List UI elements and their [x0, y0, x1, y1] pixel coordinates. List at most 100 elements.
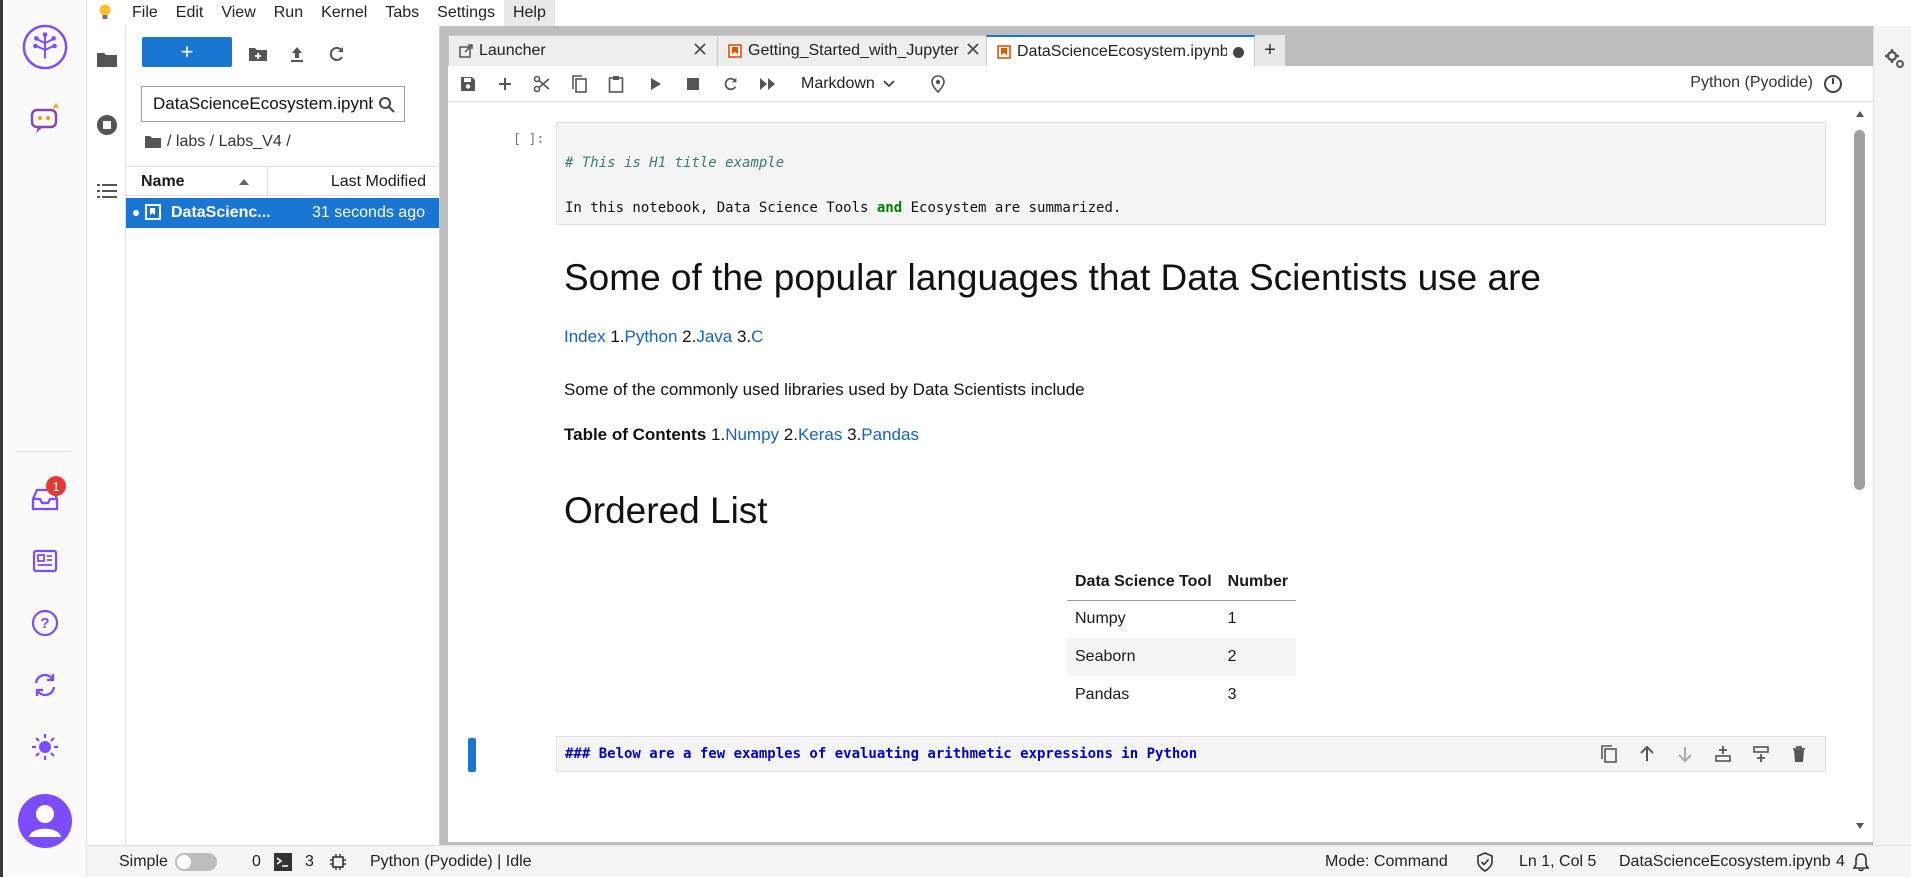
run-icon[interactable] [646, 74, 666, 94]
active-cell-indicator[interactable] [468, 738, 476, 772]
close-icon[interactable] [966, 42, 980, 56]
tab-label: DataScienceEcosystem.ipynb [1017, 42, 1227, 60]
markdown-heading-2: Ordered List [564, 490, 768, 531]
menu-view[interactable]: View [212, 0, 264, 26]
tab-launcher[interactable]: Launcher [448, 35, 718, 66]
kernel-status[interactable]: Python (Pyodide) | Idle [370, 846, 532, 878]
code-comment: # This is H1 title example [565, 155, 785, 171]
kernel-name[interactable]: Python (Pyodide) [1690, 74, 1813, 92]
restart-icon[interactable] [721, 74, 741, 94]
keras-link[interactable]: Keras [798, 425, 842, 444]
refresh-icon[interactable] [323, 40, 351, 68]
menu-run[interactable]: Run [265, 0, 312, 26]
column-name-header[interactable]: Name [141, 173, 185, 191]
code-keyword: and [876, 200, 903, 216]
c-link[interactable]: C [751, 327, 763, 346]
trusted-shield-icon[interactable] [1476, 846, 1494, 878]
unsaved-dot-icon[interactable] [1233, 47, 1244, 58]
notebook-toolbar: Markdown Python (Pyodide) [448, 66, 1873, 102]
table-cell: Pandas [1075, 686, 1130, 703]
scroll-up-icon[interactable] [1855, 110, 1865, 118]
markdown-heading-1: Some of the popular languages that Data … [564, 257, 1541, 298]
menu-file[interactable]: File [123, 0, 167, 26]
insert-cell-icon[interactable] [495, 74, 515, 94]
save-icon[interactable] [458, 74, 478, 94]
active-markdown-cell[interactable]: ### Below are a few examples of evaluati… [556, 736, 1826, 772]
index-link[interactable]: Index [564, 327, 606, 346]
property-inspector-gear-icon[interactable] [1884, 48, 1906, 70]
numpy-link[interactable]: Numpy [725, 425, 779, 444]
cursor-position[interactable]: Ln 1, Col 5 [1519, 846, 1596, 878]
notification-count: 4 [1836, 853, 1845, 870]
user-avatar-icon[interactable] [17, 793, 73, 849]
menu-help[interactable]: Help [503, 0, 555, 26]
duplicate-cell-icon[interactable] [1599, 744, 1619, 764]
table-of-contents-line: Table of Contents 1.Numpy 2.Keras 3.Pand… [564, 425, 919, 445]
lightbulb-icon [87, 0, 123, 26]
copy-icon[interactable] [569, 74, 589, 94]
scroll-thumb[interactable] [1854, 130, 1865, 490]
breadcrumb-path[interactable]: / labs / Labs_V4 / [167, 133, 291, 151]
running-indicator [133, 210, 139, 216]
code-cell[interactable]: # This is H1 title example In this noteb… [556, 122, 1826, 225]
chat-assistant-icon[interactable] [22, 97, 68, 143]
file-row[interactable]: DataScienc... 31 seconds ago [126, 198, 439, 228]
scroll-down-icon[interactable] [1855, 822, 1865, 830]
cell-type-dropdown[interactable]: Markdown [801, 73, 895, 95]
notebook-scrollbar[interactable] [1851, 102, 1867, 842]
new-launcher-button[interactable]: + [142, 37, 232, 67]
table-of-contents-icon[interactable] [94, 178, 120, 204]
insert-above-icon[interactable] [1713, 744, 1733, 764]
tab-label: Getting_Started_with_Jupyter [748, 42, 959, 59]
close-icon[interactable] [693, 42, 707, 56]
jupyterlite-logo-icon[interactable] [22, 24, 68, 70]
notebook-mode[interactable]: Mode: Command [1325, 846, 1448, 878]
status-filename[interactable]: DataScienceEcosystem.ipynb [1619, 846, 1831, 878]
sync-icon[interactable] [22, 662, 68, 708]
tab-datascience-ecosystem[interactable]: DataScienceEcosystem.ipynb [986, 35, 1255, 66]
pandas-link[interactable]: Pandas [861, 425, 919, 444]
simple-mode-toggle[interactable] [175, 846, 217, 878]
plus-icon: + [180, 39, 194, 64]
java-link[interactable]: Java [696, 327, 732, 346]
file-filter-input[interactable]: DataScienceEcosystem.ipynb [141, 86, 405, 122]
running-kernels-icon[interactable] [94, 112, 120, 138]
inbox-icon[interactable]: 1 [22, 476, 68, 522]
paste-icon[interactable] [606, 74, 626, 94]
kernel-chip-icon[interactable] [329, 846, 347, 878]
terminal-icon[interactable] [274, 846, 292, 878]
help-icon[interactable]: ? [22, 600, 68, 646]
new-folder-icon[interactable] [244, 40, 272, 68]
move-up-icon[interactable] [1637, 744, 1657, 764]
sort-ascending-icon [238, 178, 250, 186]
move-down-icon[interactable] [1675, 744, 1695, 764]
notebook-icon [997, 44, 1011, 59]
menu-kernel[interactable]: Kernel [312, 0, 376, 26]
folder-icon[interactable] [94, 46, 120, 72]
fast-forward-icon[interactable] [758, 74, 778, 94]
news-icon[interactable] [22, 538, 68, 584]
column-modified-header[interactable]: Last Modified [331, 173, 426, 191]
activity-divider [16, 451, 71, 452]
python-link[interactable]: Python [625, 327, 678, 346]
tab-getting-started[interactable]: Getting_Started_with_Jupyter [717, 35, 987, 66]
theme-toggle-icon[interactable] [22, 724, 68, 770]
insert-below-icon[interactable] [1751, 744, 1771, 764]
debugger-pin-icon[interactable] [928, 74, 948, 94]
notebook-file-icon [145, 204, 161, 220]
code-text: In this notebook, Data Science Tools [565, 200, 877, 216]
cut-icon[interactable] [532, 74, 552, 94]
delete-cell-icon[interactable] [1789, 744, 1809, 764]
new-tab-plus-icon[interactable]: + [1255, 35, 1285, 66]
upload-icon[interactable] [283, 40, 311, 68]
menu-tabs[interactable]: Tabs [376, 0, 428, 26]
home-folder-icon[interactable] [144, 135, 162, 149]
menu-edit[interactable]: Edit [167, 0, 213, 26]
file-modified: 31 seconds ago [312, 204, 425, 221]
menu-settings[interactable]: Settings [428, 0, 504, 26]
bell-icon[interactable] [1852, 846, 1870, 878]
window-edge [0, 0, 3, 877]
status-bar: Simple 0 3 Python (Pyodide) | Idle Mode:… [87, 845, 1911, 877]
stop-icon[interactable] [683, 74, 703, 94]
document-tab-bar: Launcher Getting_Started_with_Jupyter Da… [440, 26, 1873, 66]
